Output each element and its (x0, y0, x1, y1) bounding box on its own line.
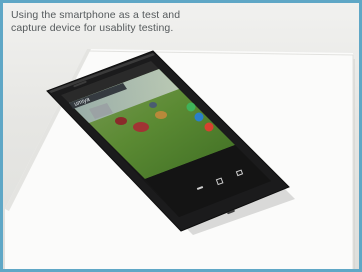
blue-camera-icon[interactable] (194, 112, 204, 122)
red-record-icon[interactable] (204, 122, 214, 132)
smartphone: umiya (46, 50, 295, 235)
green-phone-icon[interactable] (186, 102, 196, 112)
image-frame: Using the smartphone as a test and captu… (0, 0, 362, 272)
